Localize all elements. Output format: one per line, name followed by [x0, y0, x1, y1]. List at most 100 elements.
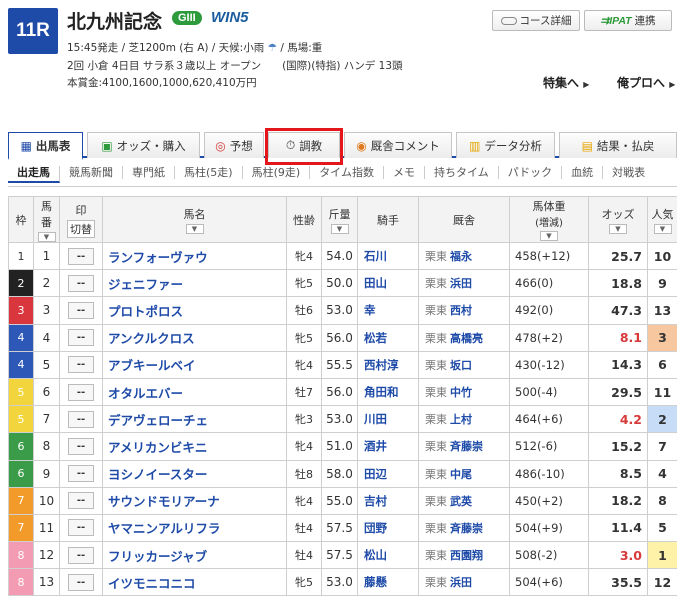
tab-odds[interactable]: ▣ オッズ・購入 [87, 132, 200, 158]
stable-region: 栗東 [425, 413, 447, 427]
jockey-link[interactable]: 角田和 [357, 377, 419, 407]
tab-entries[interactable]: ▦ 出馬表 [8, 132, 83, 160]
subtab-item[interactable]: 競馬新聞 [60, 165, 123, 179]
mark-select[interactable]: -- [68, 274, 94, 292]
umaban-cell: 7 [33, 405, 60, 434]
header-pop-label: 人気 [651, 207, 674, 221]
header-odds[interactable]: オッズ ▼ [588, 196, 648, 243]
jockey-link[interactable]: 藤懸 [357, 568, 419, 597]
mark-select[interactable]: -- [68, 356, 94, 374]
trainer-link[interactable]: 斉藤崇 [450, 522, 483, 535]
mark-select[interactable]: -- [68, 437, 94, 455]
tab-stable-comment[interactable]: ◉ 厩舎コメント [344, 132, 452, 158]
mark-select[interactable]: -- [68, 492, 94, 510]
special-feature-link[interactable]: 特集へ ▶ [543, 74, 589, 91]
horse-name-link[interactable]: アンクルクロス [102, 323, 287, 352]
horse-name-link[interactable]: サウンドモリアーナ [102, 486, 287, 515]
horse-name-link[interactable]: ジェニファー [102, 269, 287, 298]
horse-name-link[interactable]: プロトポロス [102, 296, 287, 325]
jockey-link[interactable]: 松若 [357, 323, 419, 352]
tab-results[interactable]: ▤ 結果・払戻 [559, 132, 677, 158]
table-row: 2 2 -- ジェニファー 牝5 50.0 田山 栗東 浜田 466(0) 18.8 9 [8, 269, 677, 298]
tab-prediction[interactable]: ◎ 予想 [204, 132, 264, 158]
stable-cell: 栗東 福永 [418, 241, 510, 271]
trainer-link[interactable]: 坂口 [450, 359, 472, 372]
umaban-cell: 11 [33, 513, 60, 543]
mark-select[interactable]: -- [68, 546, 94, 564]
header-umaban[interactable]: 馬 番 ▼ [33, 196, 60, 243]
trainer-link[interactable]: 西園翔 [450, 549, 483, 562]
horse-name-link[interactable]: オタルエバー [102, 377, 287, 407]
ipat-link-button[interactable]: ⇉IPAT 連携 [584, 10, 672, 31]
trainer-link[interactable]: 斉藤崇 [450, 440, 483, 453]
trainer-link[interactable]: 浜田 [450, 576, 472, 589]
jockey-link[interactable]: 西村淳 [357, 350, 419, 379]
header-name[interactable]: 馬名 ▼ [102, 196, 287, 243]
subtab-item[interactable]: 出走馬 [8, 165, 60, 183]
tab-label: データ分析 [484, 138, 542, 153]
subtab-item[interactable]: メモ [384, 165, 425, 179]
sort-icon[interactable]: ▼ [330, 223, 349, 234]
horse-name-link[interactable]: デアヴェローチェ [102, 405, 287, 434]
subtab-item[interactable]: 専門紙 [123, 165, 175, 179]
mark-select[interactable]: -- [68, 329, 94, 347]
jockey-link[interactable]: 田山 [357, 269, 419, 298]
mark-select[interactable]: -- [68, 519, 94, 537]
sort-icon[interactable]: ▼ [609, 223, 627, 234]
subtab-item[interactable]: パドック [499, 165, 563, 179]
header-pop[interactable]: 人気 ▼ [647, 196, 677, 243]
jockey-link[interactable]: 石川 [357, 241, 419, 271]
trainer-link[interactable]: 中尾 [450, 468, 472, 481]
mark-select[interactable]: -- [68, 573, 94, 591]
target-icon: ◎ [215, 138, 226, 153]
subtab-item[interactable]: 持ちタイム [425, 165, 499, 179]
subtab-item[interactable]: 対戦表 [603, 166, 654, 179]
mark-select[interactable]: -- [68, 301, 94, 319]
ore-pro-link[interactable]: 俺プロへ ▶ [617, 74, 675, 91]
table-row: 1 1 -- ランフォーヴァウ 牝4 54.0 石川 栗東 福永 458(+12) 25.7 10 [8, 241, 677, 271]
mark-select[interactable]: -- [68, 410, 94, 428]
sort-icon[interactable]: ▼ [653, 223, 672, 234]
jockey-link[interactable]: 酒井 [357, 432, 419, 461]
course-detail-button[interactable]: コース詳細 [492, 10, 580, 31]
table-row: 6 9 -- ヨシノイースター 牡8 58.0 田辺 栗東 中尾 486(-10) 8.5 4 [8, 459, 677, 488]
subtab-item[interactable]: 血統 [562, 165, 604, 179]
horse-name-link[interactable]: イツモニコニコ [102, 568, 287, 597]
horse-name-link[interactable]: フリッカージャブ [102, 541, 287, 570]
table-row: 4 4 -- アンクルクロス 牝5 56.0 松若 栗東 高橋亮 478(+2) 8.1 3 [8, 323, 677, 352]
sort-icon[interactable]: ▼ [37, 231, 56, 242]
mark-select[interactable]: -- [68, 383, 94, 401]
weight-carried-cell: 51.0 [321, 432, 358, 461]
tab-data-analysis[interactable]: ▥ データ分析 [456, 132, 555, 158]
subtab-item[interactable]: 馬柱(5走) [175, 165, 243, 179]
mark-select[interactable]: -- [68, 465, 94, 483]
stable-cell: 栗東 浜田 [418, 568, 510, 597]
trainer-link[interactable]: 中竹 [450, 386, 472, 399]
jockey-link[interactable]: 団野 [357, 513, 419, 543]
horse-name-link[interactable]: ヨシノイースター [102, 459, 287, 488]
sort-icon[interactable]: ▼ [185, 223, 204, 234]
subtab-item[interactable]: タイム指数 [310, 165, 384, 179]
trainer-link[interactable]: 上村 [450, 413, 472, 426]
sex-age-cell: 牝4 [286, 432, 322, 461]
horse-name-link[interactable]: ランフォーヴァウ [102, 241, 287, 271]
trainer-link[interactable]: 武英 [450, 495, 472, 508]
trainer-link[interactable]: 西村 [450, 304, 472, 317]
mark-select[interactable]: -- [68, 247, 94, 265]
trainer-link[interactable]: 高橋亮 [450, 332, 483, 345]
horse-name-link[interactable]: ヤマニンアルリフラ [102, 513, 287, 543]
jockey-link[interactable]: 田辺 [357, 459, 419, 488]
sort-icon[interactable]: ▼ [540, 231, 558, 241]
trainer-link[interactable]: 浜田 [450, 277, 472, 290]
mark-toggle-button[interactable]: 切替 [67, 219, 95, 238]
jockey-link[interactable]: 松山 [357, 541, 419, 570]
subtab-item[interactable]: 馬柱(9走) [243, 165, 311, 179]
horse-name-link[interactable]: アメリカンビキニ [102, 432, 287, 461]
jockey-link[interactable]: 幸 [357, 296, 419, 325]
jockey-link[interactable]: 川田 [357, 405, 419, 434]
horse-name-link[interactable]: アブキールベイ [102, 350, 287, 379]
header-kin[interactable]: 斤量 ▼ [321, 196, 358, 243]
jockey-link[interactable]: 吉村 [357, 486, 419, 515]
trainer-link[interactable]: 福永 [450, 250, 472, 263]
header-weight[interactable]: 馬体重 (増減) ▼ [509, 196, 589, 243]
